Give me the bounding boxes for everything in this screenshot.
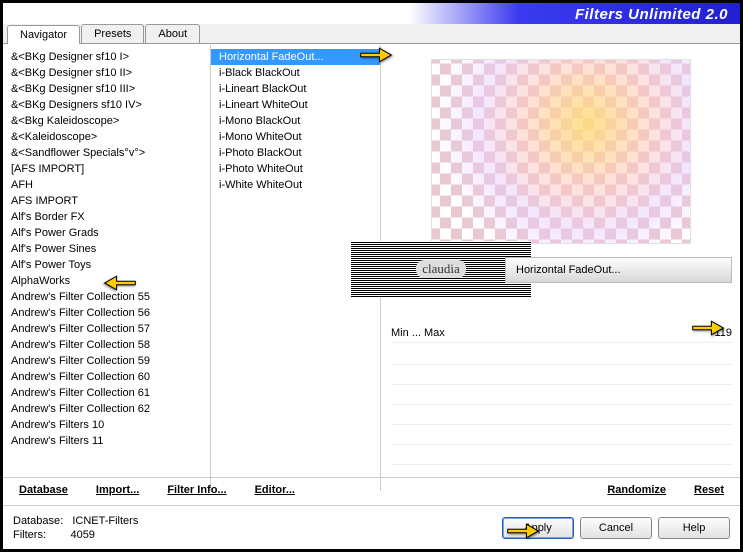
category-item[interactable]: Andrew's Filter Collection 56 — [3, 305, 210, 321]
filter-item[interactable]: i-Black BlackOut — [211, 65, 380, 81]
tab-strip: Navigator Presets About — [3, 24, 740, 44]
category-item[interactable]: Andrew's Filter Collection 55 — [3, 289, 210, 305]
menu-database[interactable]: Database — [19, 484, 68, 496]
tab-presets[interactable]: Presets — [81, 24, 144, 43]
preview-image — [431, 59, 691, 244]
category-item[interactable]: Andrew's Filter Collection 59 — [3, 353, 210, 369]
menu-randomize[interactable]: Randomize — [607, 484, 666, 496]
category-item[interactable]: AlphaWorks — [3, 273, 210, 289]
watermark: claudia — [351, 241, 531, 297]
filter-item[interactable]: i-Lineart WhiteOut — [211, 97, 380, 113]
category-item[interactable]: &<Kaleidoscope> — [3, 129, 210, 145]
category-item[interactable]: &<Sandflower Specials°v°> — [3, 145, 210, 161]
status-text: Database: ICNET-Filters Filters: 4059 — [13, 514, 496, 542]
filter-item[interactable]: i-Photo WhiteOut — [211, 161, 380, 177]
category-item[interactable]: &<Bkg Kaleidoscope> — [3, 113, 210, 129]
category-item[interactable]: [AFS IMPORT] — [3, 161, 210, 177]
filter-item[interactable]: i-Photo BlackOut — [211, 145, 380, 161]
category-item[interactable]: Andrew's Filters 11 — [3, 433, 210, 449]
status-db-label: Database: — [13, 515, 63, 527]
app-title: Filters Unlimited 2.0 — [575, 6, 728, 23]
category-item[interactable]: &<BKg Designer sf10 I> — [3, 49, 210, 65]
filter-item[interactable]: i-Mono WhiteOut — [211, 129, 380, 145]
category-list[interactable]: &<BKg Designer sf10 I>&<BKg Designer sf1… — [3, 45, 211, 491]
watermark-text: claudia — [416, 260, 466, 278]
category-item[interactable]: Andrew's Filter Collection 58 — [3, 337, 210, 353]
category-item[interactable]: &<BKg Designer sf10 III> — [3, 81, 210, 97]
category-item[interactable]: Andrew's Filter Collection 61 — [3, 385, 210, 401]
param-slider[interactable] — [455, 332, 692, 334]
apply-button[interactable]: Apply — [502, 517, 574, 539]
category-item[interactable]: AFS IMPORT — [3, 193, 210, 209]
menu-bar: Database Import... Filter Info... Editor… — [3, 477, 740, 501]
title-bar: Filters Unlimited 2.0 — [3, 3, 740, 25]
menu-filter-info[interactable]: Filter Info... — [167, 484, 226, 496]
main-area: &<BKg Designer sf10 I>&<BKg Designer sf1… — [3, 45, 740, 491]
filter-item[interactable]: Horizontal FadeOut... — [211, 49, 380, 65]
tab-about[interactable]: About — [145, 24, 200, 43]
help-button[interactable]: Help — [658, 517, 730, 539]
status-button-bar: Database: ICNET-Filters Filters: 4059 Ap… — [3, 505, 740, 549]
category-item[interactable]: Andrew's Filters 10 — [3, 417, 210, 433]
category-item[interactable]: Andrew's Filter Collection 60 — [3, 369, 210, 385]
filter-item[interactable]: i-Mono BlackOut — [211, 113, 380, 129]
tab-navigator[interactable]: Navigator — [7, 25, 80, 44]
category-item[interactable]: Alf's Power Sines — [3, 241, 210, 257]
category-item[interactable]: Andrew's Filter Collection 62 — [3, 401, 210, 417]
cancel-button[interactable]: Cancel — [580, 517, 652, 539]
menu-import[interactable]: Import... — [96, 484, 139, 496]
status-filters-value: 4059 — [70, 529, 94, 541]
category-item[interactable]: Alf's Power Toys — [3, 257, 210, 273]
param-label: Min ... Max — [391, 327, 445, 339]
category-item[interactable]: Andrew's Filter Collection 57 — [3, 321, 210, 337]
filter-item[interactable]: i-Lineart BlackOut — [211, 81, 380, 97]
filter-item[interactable]: i-White WhiteOut — [211, 177, 380, 193]
current-filter-name: Horizontal FadeOut... — [516, 264, 621, 276]
category-item[interactable]: AFH — [3, 177, 210, 193]
status-filters-label: Filters: — [13, 529, 46, 541]
category-item[interactable]: Alf's Border FX — [3, 209, 210, 225]
category-item[interactable]: Alf's Power Grads — [3, 225, 210, 241]
menu-editor[interactable]: Editor... — [255, 484, 295, 496]
menu-reset[interactable]: Reset — [694, 484, 724, 496]
preview-panel: claudia Horizontal FadeOut... Min ... Ma… — [381, 45, 740, 491]
param-empty-rows — [391, 345, 732, 449]
param-row: Min ... Max 119 — [391, 323, 732, 343]
category-item[interactable]: &<BKg Designers sf10 IV> — [3, 97, 210, 113]
status-db-value: ICNET-Filters — [72, 515, 138, 527]
current-filter-label: Horizontal FadeOut... — [505, 257, 732, 283]
category-item[interactable]: &<BKg Designer sf10 II> — [3, 65, 210, 81]
param-value: 119 — [702, 327, 732, 339]
